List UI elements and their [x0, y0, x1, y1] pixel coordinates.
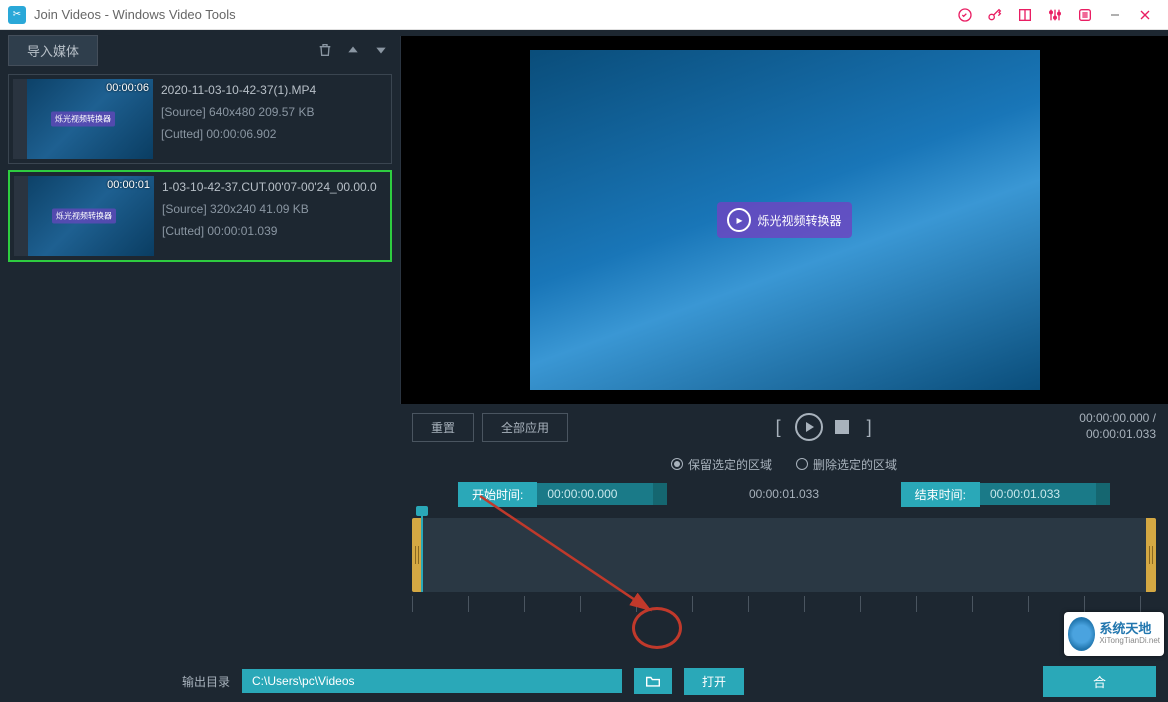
keep-region-radio[interactable]: 保留选定的区域 [671, 456, 772, 473]
time-display: 00:00:00.000 / 00:00:01.033 [1079, 411, 1156, 442]
media-source: [Source] 320x240 41.09 KB [162, 202, 377, 216]
media-item[interactable]: 00:00:01 烁光视频转换器 1-03-10-42-37.CUT.00'07… [8, 170, 392, 262]
thumb-duration: 00:00:06 [106, 82, 149, 94]
media-filename: 1-03-10-42-37.CUT.00'07-00'24_00.00.0 [162, 180, 377, 194]
timeline-ruler [412, 596, 1156, 612]
thumb-duration: 00:00:01 [107, 179, 150, 191]
media-source: [Source] 640x480 209.57 KB [161, 105, 316, 119]
media-thumbnail: 00:00:06 烁光视频转换器 [13, 79, 153, 159]
app-icon: ✂ [8, 6, 26, 24]
preview-watermark: ▸ 烁光视频转换器 [717, 202, 851, 238]
play-button[interactable] [795, 413, 823, 441]
move-up-icon[interactable] [342, 39, 364, 61]
start-time-input[interactable]: 00:00:00.000 [537, 483, 667, 505]
delete-icon[interactable] [314, 39, 336, 61]
cart-icon[interactable] [953, 3, 977, 27]
reset-button[interactable]: 重置 [412, 413, 474, 442]
timeline-handle-right[interactable] [1146, 518, 1156, 592]
key-icon[interactable] [983, 3, 1007, 27]
delete-region-radio[interactable]: 删除选定的区域 [796, 456, 897, 473]
end-time-label: 结束时间: [901, 482, 980, 507]
menu-icon[interactable] [1073, 3, 1097, 27]
mark-in-button[interactable]: [ [770, 417, 787, 438]
apply-all-button[interactable]: 全部应用 [482, 413, 568, 442]
timeline[interactable] [412, 518, 1156, 592]
video-preview[interactable]: ▸ 烁光视频转换器 [530, 50, 1040, 390]
merge-button[interactable]: 合 [1043, 666, 1156, 697]
layout-icon[interactable] [1013, 3, 1037, 27]
timeline-playhead[interactable] [421, 508, 423, 592]
end-time-input[interactable]: 00:00:01.033 [980, 483, 1110, 505]
media-item[interactable]: 00:00:06 烁光视频转换器 2020-11-03-10-42-37(1).… [8, 74, 392, 164]
radio-dot-icon [796, 458, 808, 470]
titlebar: ✂ Join Videos - Windows Video Tools [0, 0, 1168, 30]
radio-dot-icon [671, 458, 683, 470]
minimize-button[interactable] [1103, 3, 1127, 27]
site-watermark: 系统天地 XiTongTianDi.net [1064, 612, 1164, 656]
import-media-button[interactable]: 导入媒体 [8, 35, 98, 66]
output-dir-label: 输出目录 [182, 673, 230, 690]
mark-out-button[interactable]: ] [861, 417, 878, 438]
output-path-input[interactable]: C:\Users\pc\Videos [242, 669, 622, 693]
sliders-icon[interactable] [1043, 3, 1067, 27]
media-thumbnail: 00:00:01 烁光视频转换器 [14, 176, 154, 256]
media-cutted: [Cutted] 00:00:01.039 [162, 224, 377, 238]
open-folder-button[interactable]: 打开 [684, 668, 744, 695]
browse-folder-button[interactable] [634, 668, 672, 694]
move-down-icon[interactable] [370, 39, 392, 61]
preview-area: ▸ 烁光视频转换器 [400, 36, 1168, 404]
watermark-globe-icon [1068, 617, 1095, 651]
media-filename: 2020-11-03-10-42-37(1).MP4 [161, 83, 316, 97]
window-title: Join Videos - Windows Video Tools [34, 7, 236, 22]
stop-button[interactable] [835, 420, 849, 434]
media-panel: 导入媒体 00:00:06 烁光视频转换器 2020-11-03-10-42-3… [0, 30, 400, 660]
media-cutted: [Cutted] 00:00:06.902 [161, 127, 316, 141]
duration-display: 00:00:01.033 [667, 487, 900, 501]
start-time-label: 开始时间: [458, 482, 537, 507]
close-button[interactable] [1133, 3, 1157, 27]
